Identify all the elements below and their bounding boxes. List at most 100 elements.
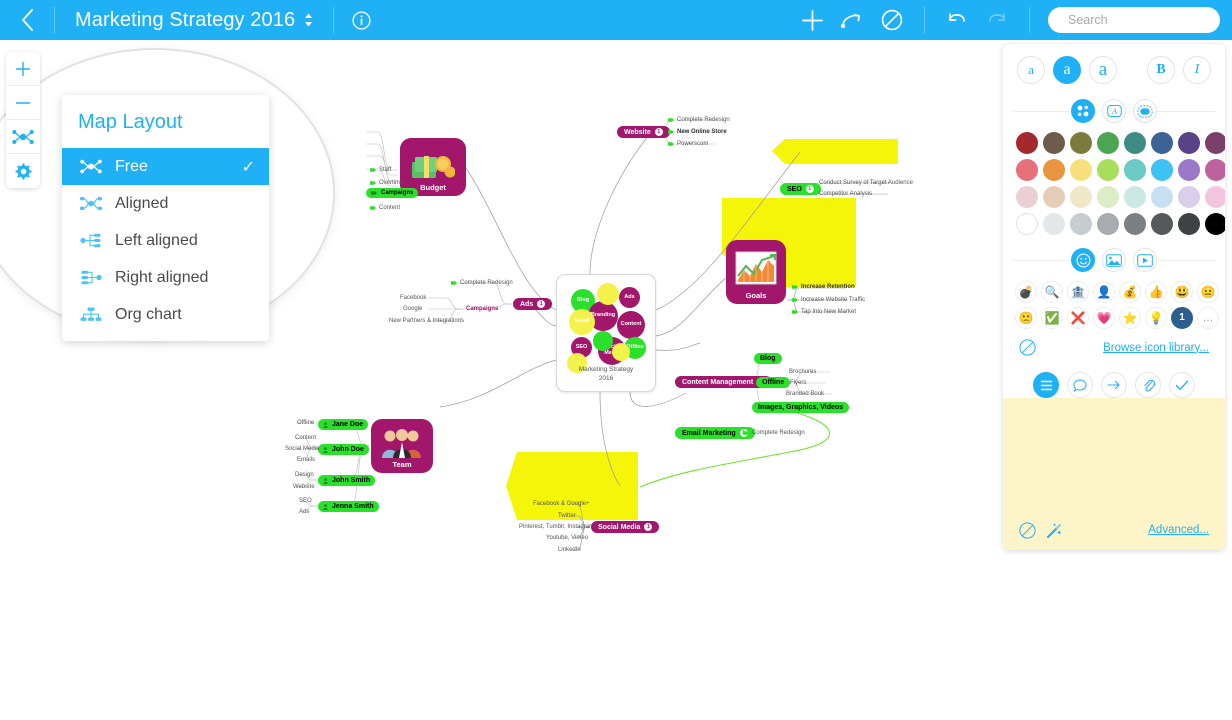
swatch[interactable] (1151, 132, 1173, 154)
leaf-offline-team[interactable]: Offline (297, 420, 314, 426)
font-size-small-button[interactable]: a (1017, 56, 1045, 84)
bank-icon[interactable]: 🏦 (1067, 281, 1089, 303)
central-bubble-email[interactable]: Email (569, 309, 595, 335)
check-circle-icon[interactable]: ✅ (1041, 307, 1063, 329)
swatch[interactable] (1097, 186, 1119, 208)
border-color-tab[interactable] (1133, 99, 1157, 123)
search-box[interactable] (1048, 7, 1229, 33)
swatch[interactable] (1097, 132, 1119, 154)
swatch[interactable] (1124, 132, 1146, 154)
leaf-john-doe[interactable]: John Doe (318, 444, 369, 455)
leaf-jenna-smith[interactable]: Jenna Smith (318, 501, 379, 512)
swatch[interactable] (1070, 132, 1092, 154)
menu-item-free[interactable]: Free ✓ (62, 148, 269, 185)
leaf-john-smith[interactable]: John Smith (318, 475, 376, 486)
thumbs-up-icon[interactable]: 👍 (1145, 281, 1167, 303)
swatch[interactable] (1043, 186, 1065, 208)
cross-circle-icon[interactable]: ❌ (1067, 307, 1089, 329)
notes-area[interactable]: Advanced... (1003, 398, 1225, 550)
leaf-website-team[interactable]: Website (293, 484, 315, 490)
leaf-content-team[interactable]: Content (295, 435, 316, 441)
swatch[interactable] (1043, 132, 1065, 154)
leaf-increase-website-traffic[interactable]: Increase Website Traffic (792, 297, 865, 303)
leaf-ads-team[interactable]: Ads (299, 509, 309, 515)
leaf-complete-redesign-email[interactable]: Complete Redesign (743, 430, 805, 436)
swatch[interactable] (1097, 159, 1119, 181)
leaf-flyers[interactable]: Flyers (790, 380, 806, 386)
swatch[interactable] (1016, 186, 1038, 208)
more-dots-icon[interactable]: … (1197, 307, 1219, 329)
swatch[interactable] (1124, 186, 1146, 208)
menu-item-aligned[interactable]: Aligned (62, 185, 269, 222)
text-color-tab[interactable]: A (1102, 99, 1126, 123)
leaf-new-online-store[interactable]: New Online Store (668, 129, 727, 135)
task-tab[interactable] (1169, 372, 1195, 398)
search-input[interactable] (1068, 13, 1229, 27)
attachment-tab[interactable] (1135, 372, 1161, 398)
undo-button[interactable] (937, 0, 977, 40)
swatch[interactable] (1043, 159, 1065, 181)
bomb-icon[interactable]: 💣 (1015, 281, 1037, 303)
icons-tab[interactable] (1071, 248, 1095, 272)
swatch[interactable] (1205, 213, 1225, 235)
smiley-happy-icon[interactable]: 😃 (1171, 281, 1193, 303)
swatch[interactable] (1151, 213, 1173, 235)
swatch[interactable] (1097, 213, 1119, 235)
swatch[interactable] (1178, 159, 1200, 181)
comment-tab[interactable] (1067, 372, 1093, 398)
link-tab[interactable] (1101, 372, 1127, 398)
leaf-complete-redesign-website[interactable]: Complete Redesign (668, 117, 730, 123)
swatch[interactable] (1070, 159, 1092, 181)
swatch[interactable] (1016, 213, 1038, 235)
leaf-blog-cm[interactable]: Blog (754, 353, 782, 364)
leaf-images-graphics-videos[interactable]: Images, Graphics, Videos (752, 402, 850, 413)
smiley-neutral-icon[interactable]: 😐 (1197, 281, 1219, 303)
swatch[interactable] (1151, 186, 1173, 208)
bold-button[interactable]: B (1147, 56, 1175, 84)
menu-item-org-chart[interactable]: Org chart (62, 296, 269, 333)
leaf-linkedin[interactable]: LinkedIn (558, 547, 581, 553)
leaf-twitter[interactable]: Twitter (558, 513, 576, 519)
leaf-pinterest-tumblr-instagram[interactable]: Pinterest, Tumblr, Instagram (519, 524, 594, 530)
swatch[interactable] (1124, 213, 1146, 235)
leaf-offline-cm[interactable]: Offline (756, 377, 791, 388)
leaf-complete-redesign-ads[interactable]: Complete Redesign (451, 280, 513, 286)
leaf-content-budget[interactable]: Content (370, 205, 400, 211)
magnifier-icon[interactable]: 🔍 (1041, 281, 1063, 303)
leaf-brochures[interactable]: Brochures (789, 369, 816, 375)
node-social-media[interactable]: Social Media 1 (591, 521, 660, 533)
add-boundary-button[interactable] (872, 0, 912, 40)
video-tab[interactable] (1133, 248, 1157, 272)
map-layout-button[interactable] (6, 120, 40, 154)
person-icon[interactable]: 👤 (1093, 281, 1115, 303)
back-button[interactable] (0, 0, 54, 40)
central-bubble-content[interactable]: Content (617, 311, 645, 339)
notes-tab[interactable] (1033, 372, 1059, 398)
add-relationship-button[interactable] (832, 0, 872, 40)
italic-button[interactable]: I (1183, 56, 1211, 84)
font-size-large-button[interactable]: a (1089, 56, 1117, 84)
leaf-tap-into-new-market[interactable]: Tap Into New Market (792, 309, 856, 315)
swatch[interactable] (1205, 186, 1225, 208)
document-title-button[interactable]: Marketing Strategy 2016 (55, 9, 333, 32)
redo-button[interactable] (977, 0, 1017, 40)
swatch[interactable] (1070, 186, 1092, 208)
swatch[interactable] (1178, 213, 1200, 235)
node-seo[interactable]: SEO 1 (780, 183, 821, 195)
swatch[interactable] (1205, 159, 1225, 181)
swatch[interactable] (1178, 132, 1200, 154)
browse-icon-library-link[interactable]: Browse icon library... (1103, 342, 1209, 354)
leaf-facebook-google-plus[interactable]: Facebook & Google+ (533, 501, 590, 507)
node-ads[interactable]: Ads 1 (513, 298, 553, 310)
swatch[interactable] (1070, 213, 1092, 235)
magic-wand-icon[interactable] (1046, 522, 1063, 539)
node-goals[interactable]: Goals (726, 240, 786, 304)
menu-item-right-aligned[interactable]: Right aligned (62, 259, 269, 296)
heart-icon[interactable]: 💗 (1093, 307, 1115, 329)
leaf-seo-team[interactable]: SEO (299, 498, 312, 504)
leaf-youtube-vimeo[interactable]: Youtube, Vimeo (546, 535, 588, 541)
swatch[interactable] (1016, 132, 1038, 154)
leaf-campaigns-budget[interactable]: Campaigns (366, 188, 419, 198)
leaf-design-team[interactable]: Design (295, 472, 314, 478)
add-topic-button[interactable] (792, 0, 832, 40)
